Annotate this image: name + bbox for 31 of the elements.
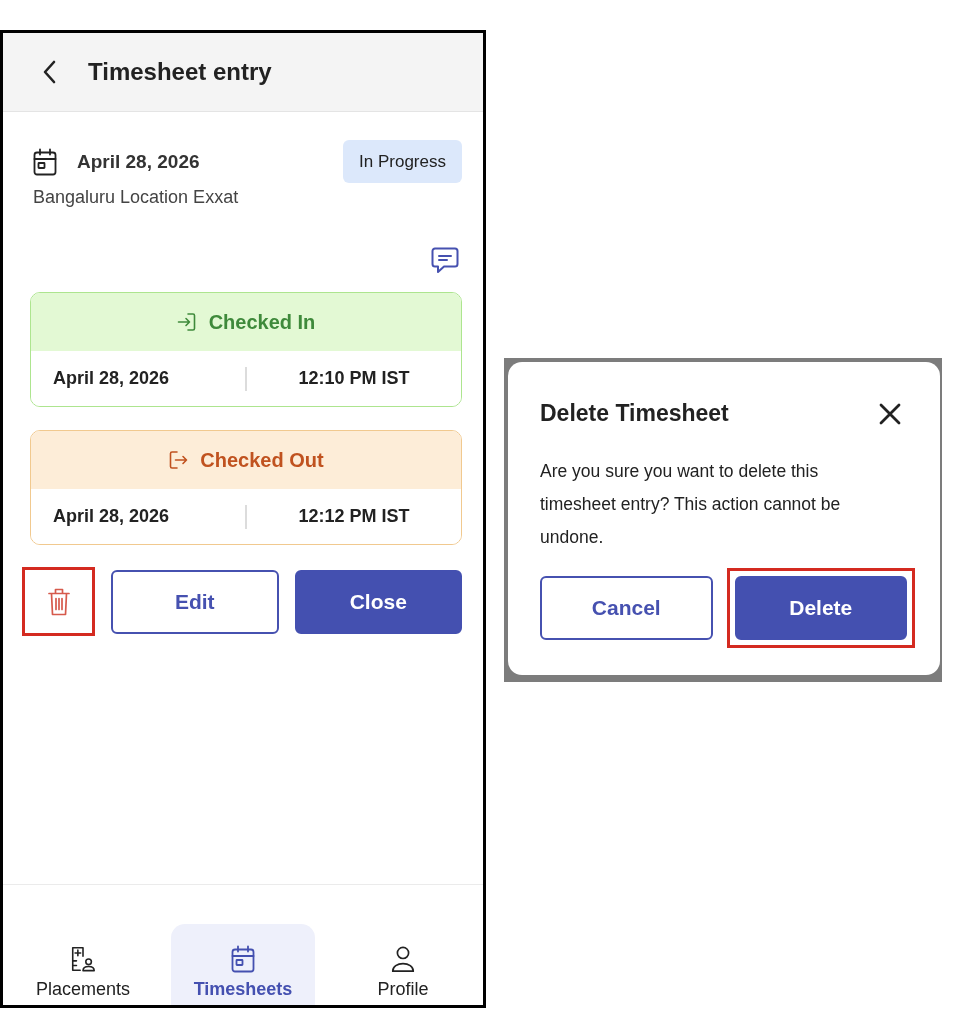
nav-tab[interactable]: Profile — [331, 924, 475, 1005]
calendar-icon — [33, 147, 57, 176]
card-date: April 28, 2026 — [52, 368, 170, 389]
card-time: 12:10 PM IST — [298, 368, 410, 389]
card-time: 12:12 PM IST — [298, 506, 410, 527]
nav-tab[interactable]: Timesheets — [171, 924, 315, 1005]
card-title: Checked Out — [200, 448, 324, 472]
dialog-title: Delete Timesheet — [540, 400, 729, 427]
nav-label: Placements — [35, 979, 130, 1000]
person-icon — [389, 945, 417, 973]
entry-date: April 28, 2026 — [77, 150, 200, 173]
card-title: Checked In — [208, 310, 316, 334]
sign-out-icon — [168, 450, 189, 470]
nav-label: Timesheets — [193, 979, 293, 1000]
calendar-icon — [229, 945, 257, 973]
card-date: April 28, 2026 — [52, 506, 170, 527]
document-person-icon — [69, 945, 97, 973]
close-icon[interactable] — [879, 402, 901, 425]
primary-button[interactable]: Delete — [734, 576, 907, 640]
primary-button[interactable]: Close — [294, 569, 462, 634]
nav-label: Profile — [377, 979, 429, 1000]
outline-button[interactable]: Cancel — [540, 576, 713, 640]
sign-in-icon — [176, 312, 197, 332]
status-badge: In Progress — [343, 140, 462, 183]
comment-icon[interactable] — [431, 246, 459, 274]
outline-button[interactable]: Edit — [111, 569, 279, 634]
location-text: Bangaluru Location Exxat — [32, 187, 240, 208]
screen-title: Timesheet entry — [88, 58, 272, 86]
dialog-message: Are you sure you want to delete this timesheet entry? This action cannot be undone. — [540, 460, 842, 549]
trash-icon[interactable] — [47, 587, 70, 616]
nav-tab[interactable]: Placements — [11, 924, 155, 1005]
